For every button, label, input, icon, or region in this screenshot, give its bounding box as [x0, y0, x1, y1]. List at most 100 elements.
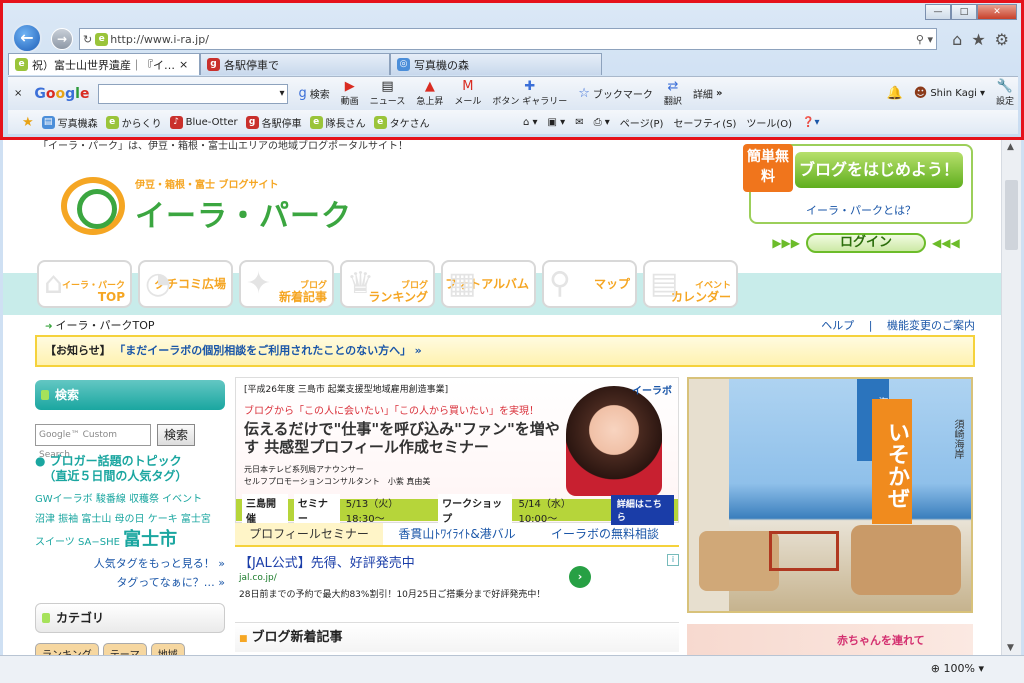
ad-title[interactable]: 【JAL公式】先得、好評発売中	[239, 552, 679, 571]
login-button[interactable]: ログイン	[806, 233, 926, 253]
maximize-button[interactable]: □	[951, 4, 977, 20]
fav-item[interactable]: ♪ Blue-Otter	[169, 115, 238, 129]
toolbar-translate[interactable]: ⇄ 翻訳	[660, 80, 686, 108]
arrows-left-icon: ▶▶▶	[772, 236, 800, 250]
ad-info-icon[interactable]: i	[667, 554, 679, 566]
notification-bell-icon[interactable]: 🔔	[883, 86, 907, 101]
scroll-thumb[interactable]	[1005, 180, 1018, 250]
category-tab[interactable]: テーマ	[102, 643, 147, 655]
banner-tab[interactable]: プロフィールセミナー	[235, 523, 383, 545]
close-tab-icon[interactable]: ×	[179, 58, 188, 71]
baby-ad[interactable]: 赤ちゃんを連れて	[687, 624, 973, 655]
toolbar-news[interactable]: ▤ ニュース	[366, 80, 410, 108]
minimize-button[interactable]: —	[925, 4, 951, 20]
nav-top[interactable]: ⌂ イーラ・パーク TOP	[37, 260, 132, 308]
custom-search-input[interactable]: Google™ Custom Search	[35, 424, 151, 460]
baby-ad-text: 赤ちゃんを連れて	[837, 634, 925, 647]
window-controls: — □ ✕	[925, 4, 1017, 20]
category-tab[interactable]: 地域	[150, 643, 185, 655]
search-icon[interactable]: ⚲ ▾	[913, 33, 936, 46]
toolbar-mail[interactable]: M メール	[450, 80, 485, 108]
tag-line[interactable]: 沼津 振袖 富士山 母の日 ケーキ 富士宮	[35, 510, 225, 530]
tab-1[interactable]: g 各駅停車で	[200, 53, 390, 75]
feature-change-link[interactable]: 機能変更のご案内	[887, 319, 975, 332]
fav-item[interactable]: e タケさん	[373, 115, 430, 130]
site-logo[interactable]: 伊豆・箱根・富士 ブログサイト イーラ・パーク	[61, 176, 352, 235]
favorites-star-icon[interactable]: ★	[971, 30, 985, 49]
zoom-level[interactable]: ⊕ 100% ▾	[931, 662, 984, 675]
what-is-link[interactable]: イーラ・パークとは？	[751, 202, 971, 218]
category-tab[interactable]: ランキング	[35, 643, 99, 655]
toolbar-button-gallery[interactable]: ✚ ボタン ギャラリー	[488, 80, 571, 108]
banner-tab[interactable]: 香貫山ﾄﾜｲﾗｲﾄ&港バル	[383, 523, 531, 545]
hotel-ad[interactable]: 海辺のお宿 いそかぜ 須崎海岸	[687, 377, 973, 613]
google-search-button[interactable]: g 検索	[294, 86, 333, 101]
forward-button[interactable]: →	[51, 28, 73, 50]
favorites-star-icon[interactable]: ★	[22, 115, 34, 130]
logo-mark-icon	[61, 176, 125, 235]
help-icon[interactable]: ❓▾	[802, 117, 819, 128]
safety-menu[interactable]: セーフティ(S)	[673, 115, 736, 130]
home-icon[interactable]: ⌂ ▾	[523, 117, 538, 128]
toolbar-bookmarks[interactable]: ☆ ブックマーク	[574, 86, 657, 101]
print-icon[interactable]: ⎙ ▾	[594, 117, 610, 128]
text-ad[interactable]: 【JAL公式】先得、好評発売中 jal.co.jp/ 28日前までの予約で最大約…	[239, 552, 679, 608]
rss-icon[interactable]: ▣ ▾	[548, 117, 566, 128]
refresh-icon[interactable]: ↻	[80, 33, 95, 46]
address-bar[interactable]: ↻ e http://www.i-ra.jp/ ⚲ ▾	[79, 28, 937, 50]
tag-line[interactable]: スイーツ SA−SHE	[35, 537, 120, 548]
vertical-scrollbar[interactable]: ▲ ▼	[1001, 140, 1021, 655]
page-menu[interactable]: ページ(P)	[620, 115, 664, 130]
start-blog-button[interactable]: ブログをはじめよう！	[795, 152, 963, 188]
toolbar-more[interactable]: 詳細»	[689, 86, 726, 101]
nav-map[interactable]: ⚲ マップ	[542, 260, 637, 308]
back-button[interactable]: ←	[12, 23, 42, 53]
details-button[interactable]: 詳細はこちら	[610, 495, 675, 525]
tab-0[interactable]: e 祝）富士山世界遺産｜『イ… ×	[8, 53, 200, 75]
toolbar-trending[interactable]: ▲ 急上昇	[412, 80, 447, 108]
mail-icon[interactable]: ✉	[575, 117, 583, 128]
chat-icon: ◔	[145, 266, 172, 301]
close-toolbar-icon[interactable]: ×	[8, 88, 28, 99]
notice-link[interactable]: 「まだイーラボの個別相談をご利用されたことのない方へ」	[114, 344, 411, 357]
nav-new-posts[interactable]: ✦ ブログ 新着記事	[239, 260, 334, 308]
toolbar-video[interactable]: ▶ 動画	[337, 80, 363, 108]
user-account[interactable]: ☻ Shin Kagi ▾	[910, 86, 989, 101]
site-icon: e	[373, 115, 387, 129]
banner-tab[interactable]: イーラボの無料相談	[531, 523, 679, 545]
tab-2[interactable]: ◎ 写真機の森	[390, 53, 602, 75]
tab-favicon: g	[207, 58, 220, 71]
ad-decoration	[769, 531, 839, 571]
banner-tagline: ブログから「この人に会いたい」「この人から買いたい」を実現！	[244, 406, 539, 417]
hotel-location: 須崎海岸	[952, 419, 963, 459]
ad-go-button[interactable]: ›	[569, 566, 591, 588]
nav-ranking[interactable]: ♛ ブログ ランキング	[340, 260, 435, 308]
fav-item[interactable]: e からくり	[105, 115, 162, 130]
nav-photo-album[interactable]: ▦ フォトアルバム	[441, 260, 536, 308]
close-window-button[interactable]: ✕	[977, 4, 1017, 20]
tag-line[interactable]: GWイーラボ 駿番線 収穫祭 イベント	[35, 490, 225, 510]
tools-menu[interactable]: ツール(O)	[746, 115, 792, 130]
toolbar-settings[interactable]: 🔧 設定	[992, 80, 1018, 108]
breadcrumb[interactable]: イーラ・パークTOP	[45, 317, 155, 333]
help-link[interactable]: ヘルプ	[821, 319, 854, 332]
fav-item[interactable]: g 各駅停車	[245, 115, 302, 130]
what-tags-link[interactable]: タグってなぁに？… »	[35, 575, 225, 591]
venue-label: 三島開催	[242, 494, 288, 526]
more-tags-link[interactable]: 人気タグをもっと見る！ »	[35, 556, 225, 572]
custom-search-button[interactable]: 検索	[157, 424, 195, 446]
scroll-up-icon[interactable]: ▲	[1007, 142, 1014, 152]
notice-arrow[interactable]: »	[415, 344, 422, 357]
fav-item[interactable]: e 隊長さん	[309, 115, 366, 130]
home-icon[interactable]: ⌂	[952, 30, 962, 49]
tag-big[interactable]: 富士市	[123, 529, 177, 550]
nav-calendar[interactable]: ▤ イベント カレンダー	[643, 260, 738, 308]
seminar-label: セミナー	[293, 494, 340, 526]
gear-icon[interactable]: ⚙	[995, 30, 1009, 49]
fav-item[interactable]: ▤ 写真機森	[41, 115, 98, 130]
url-text[interactable]: http://www.i-ra.jp/	[108, 33, 913, 46]
nav-kuchikomi[interactable]: ◔ クチコミ広場	[138, 260, 233, 308]
seminar-banner[interactable]: [平成26年度 三島市 起業支援型地域雇用創造事業] ブログから「この人に会いた…	[235, 377, 679, 526]
scroll-down-icon[interactable]: ▼	[1007, 643, 1014, 653]
google-search-input[interactable]	[98, 83, 289, 104]
